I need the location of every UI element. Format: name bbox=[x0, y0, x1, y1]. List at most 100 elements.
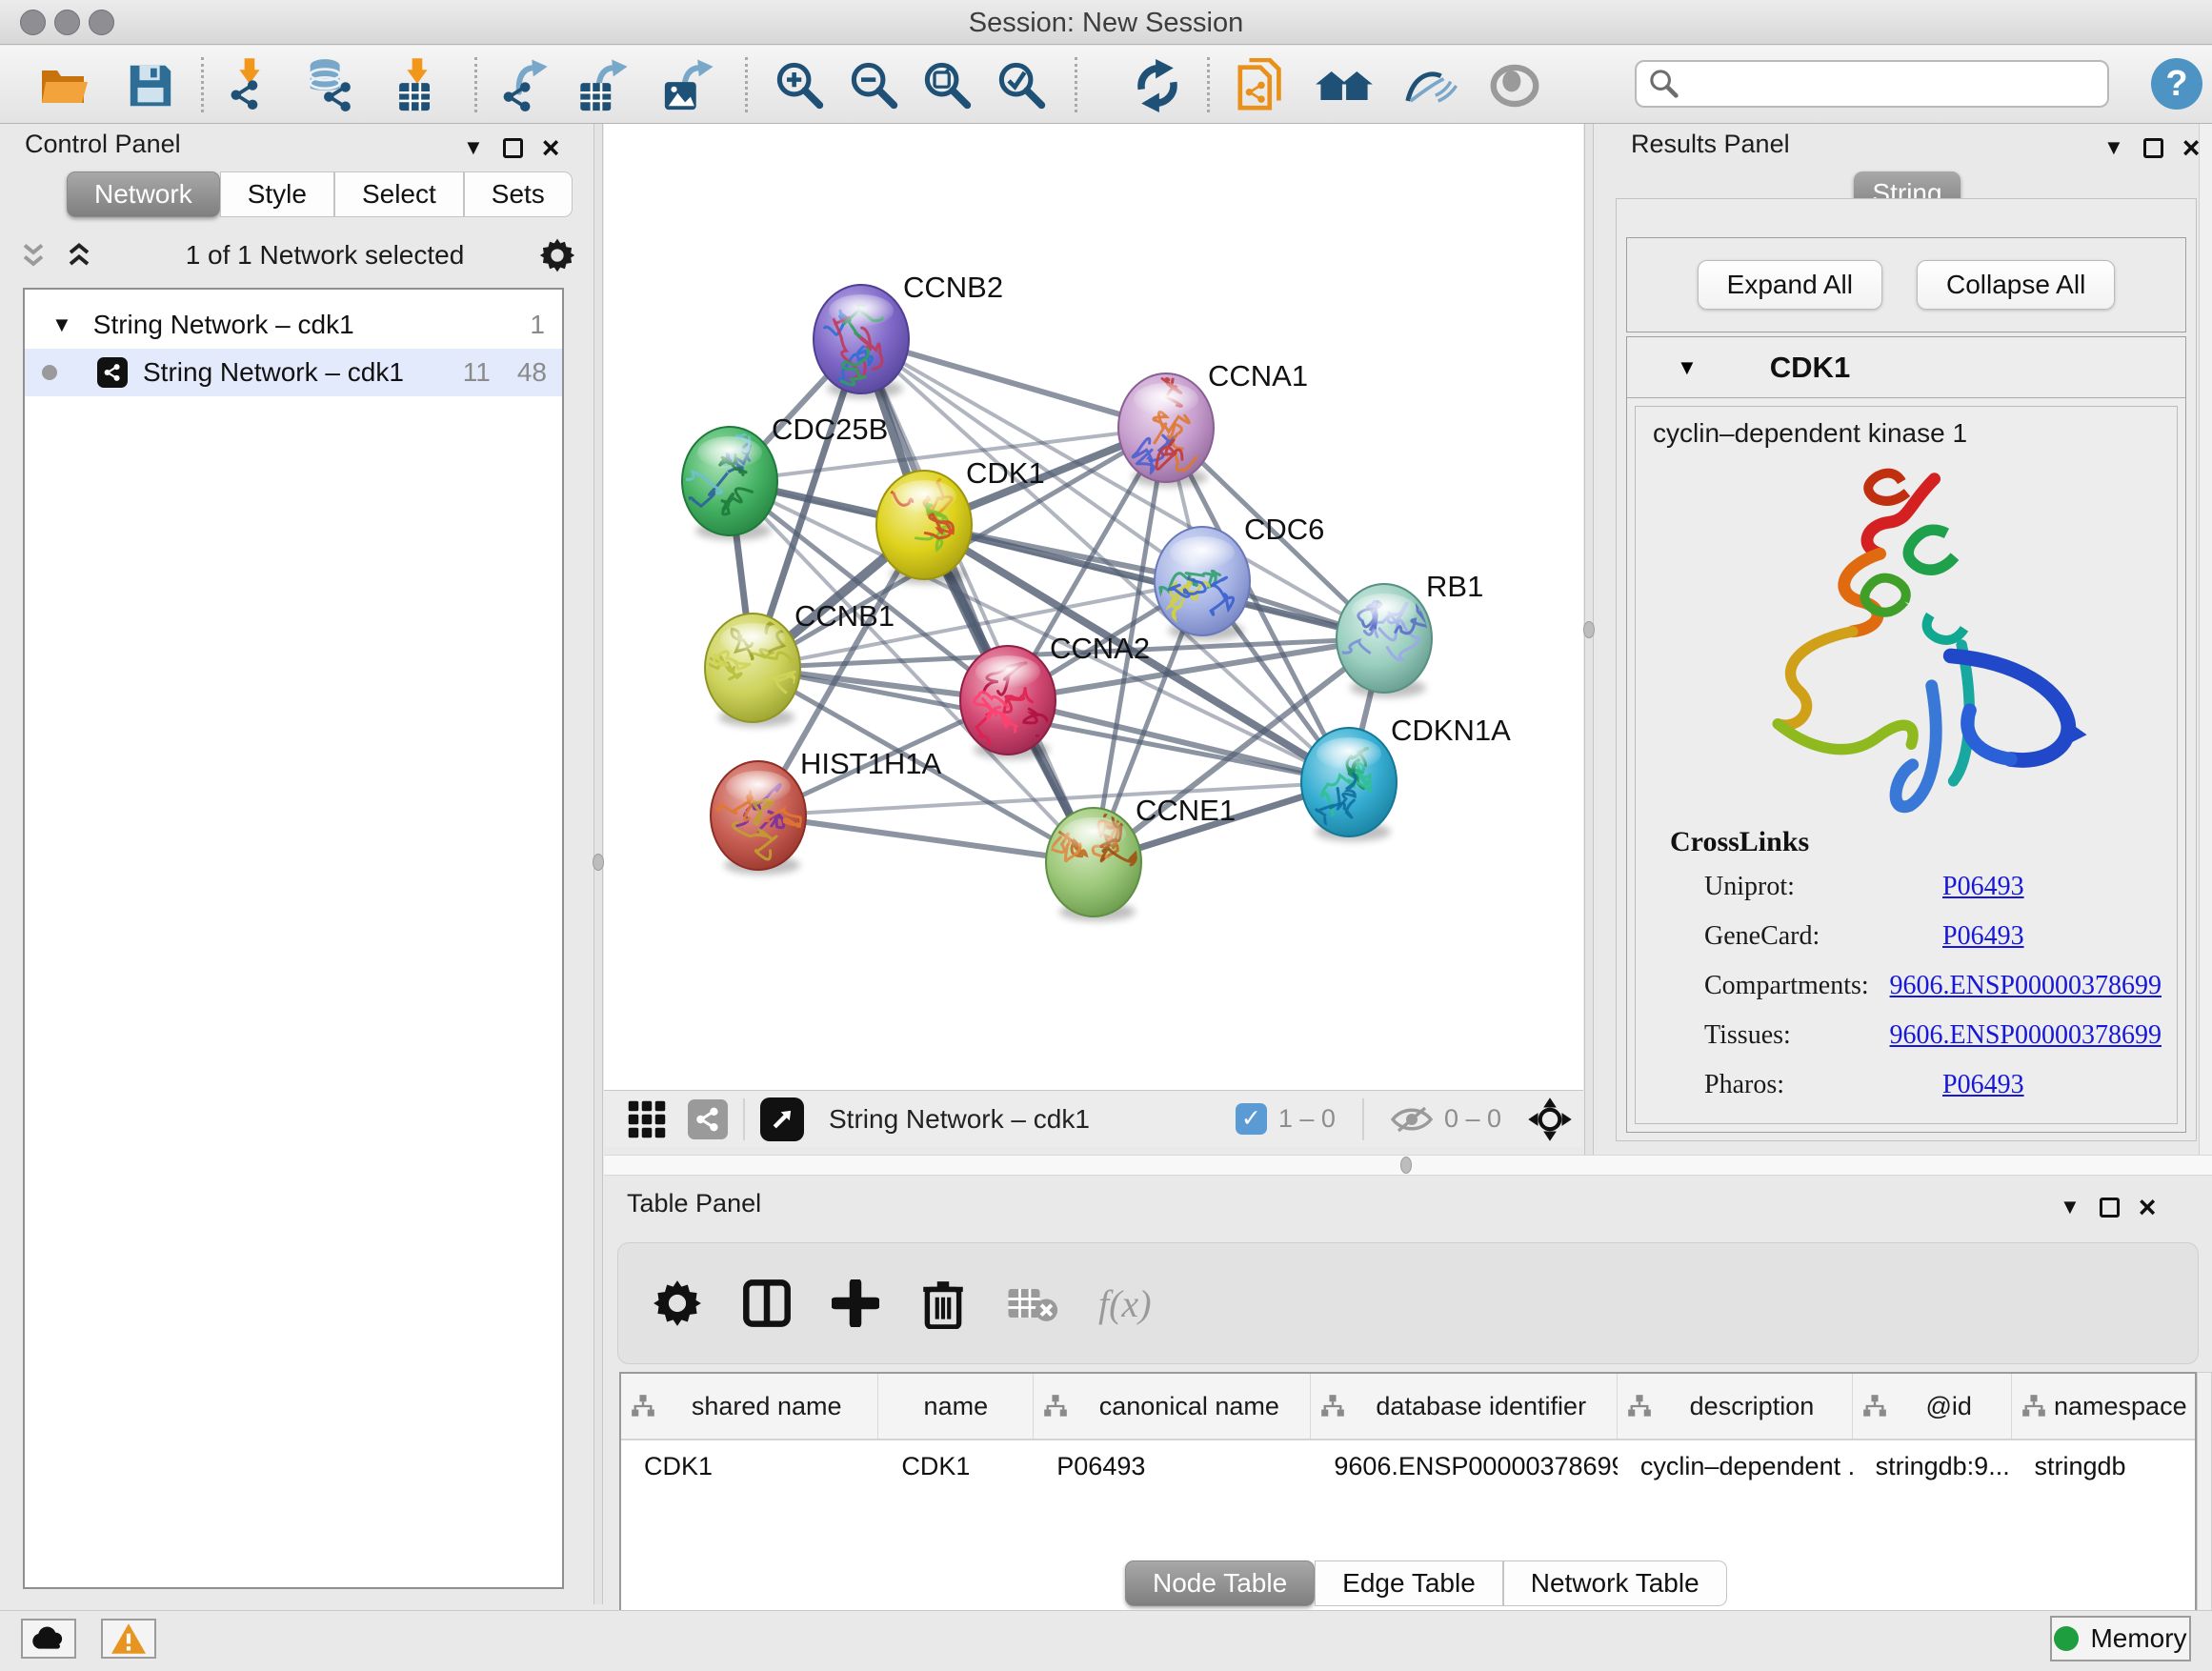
cell-id[interactable]: stringdb:9... bbox=[1853, 1440, 2012, 1496]
gene-panel-cdk1: ▼ CDK1 cyclin–dependent kinase 1 bbox=[1626, 336, 2186, 1133]
open-session-button[interactable] bbox=[33, 54, 96, 117]
collapse-all-networks-icon[interactable] bbox=[19, 241, 48, 270]
memory-button[interactable]: Memory bbox=[2050, 1616, 2191, 1661]
node-CCNE1[interactable]: CCNE1 bbox=[1046, 794, 1236, 921]
export-table-button[interactable] bbox=[572, 54, 634, 117]
tab-sets[interactable]: Sets bbox=[464, 171, 573, 217]
export-network-button[interactable] bbox=[493, 54, 556, 117]
cell-description[interactable]: cyclin–dependent ... bbox=[1618, 1440, 1853, 1496]
network-share-icon[interactable] bbox=[688, 1099, 728, 1139]
network-options-gear-icon[interactable] bbox=[539, 237, 575, 273]
network-collection-row[interactable]: ▼ String Network – cdk1 1 bbox=[25, 301, 562, 349]
column-header-database-identifier[interactable]: database identifier bbox=[1311, 1374, 1618, 1439]
expand-all-button[interactable]: Expand All bbox=[1698, 260, 1882, 310]
import-network-from-database-button[interactable] bbox=[297, 54, 360, 117]
right-splitter-handle[interactable] bbox=[1583, 621, 1595, 638]
results-panel-scrollbar[interactable] bbox=[2199, 124, 2212, 1155]
expand-all-networks-icon[interactable] bbox=[65, 241, 93, 270]
crosslink-uniprot-link[interactable]: P06493 bbox=[1942, 872, 2024, 902]
tab-edge-table[interactable]: Edge Table bbox=[1315, 1560, 1503, 1606]
results-panel-float-icon[interactable] bbox=[2143, 138, 2163, 158]
cell-canonical-name[interactable]: P06493 bbox=[1034, 1440, 1311, 1496]
column-header-canonical-name[interactable]: canonical name bbox=[1034, 1374, 1311, 1439]
table-import-icon bbox=[389, 58, 444, 113]
node-CDKN1A[interactable]: CDKN1A bbox=[1301, 714, 1511, 841]
warnings-button[interactable] bbox=[101, 1619, 156, 1659]
table-panel-collapse-icon[interactable]: ▼ bbox=[2060, 1195, 2081, 1219]
tab-select[interactable]: Select bbox=[334, 171, 464, 217]
edge-HIST1H1A-CCNE1[interactable] bbox=[758, 815, 1094, 862]
tab-node-table[interactable]: Node Table bbox=[1125, 1560, 1315, 1606]
right-splitter[interactable] bbox=[1584, 124, 1594, 1155]
zoom-in-button[interactable] bbox=[769, 54, 832, 117]
selected-checkbox-icon[interactable]: ✓ bbox=[1236, 1103, 1267, 1135]
refresh-layout-button[interactable] bbox=[1126, 54, 1189, 117]
control-panel-float-icon[interactable] bbox=[503, 138, 523, 158]
table-panel-float-icon[interactable] bbox=[2100, 1198, 2120, 1218]
hide-graphics-button[interactable] bbox=[1398, 54, 1461, 117]
show-graphics-button[interactable] bbox=[1483, 54, 1546, 117]
fit-content-crosshair-icon[interactable] bbox=[1526, 1096, 1574, 1143]
left-splitter-handle[interactable] bbox=[593, 854, 604, 871]
node-CDC6[interactable]: CDC6 bbox=[1147, 513, 1325, 640]
import-table-button[interactable] bbox=[385, 54, 448, 117]
export-image-button[interactable] bbox=[657, 54, 720, 117]
results-panel-collapse-icon[interactable]: ▼ bbox=[2103, 135, 2124, 160]
import-network-button[interactable] bbox=[217, 54, 280, 117]
table-options-gear-icon[interactable] bbox=[653, 1278, 702, 1328]
birdseye-view-button[interactable] bbox=[760, 1097, 804, 1141]
help-button[interactable]: ? bbox=[2151, 58, 2202, 110]
table-panel-close-icon[interactable]: × bbox=[2139, 1198, 2157, 1218]
houses-button[interactable] bbox=[1313, 54, 1376, 117]
results-panel-close-icon[interactable]: × bbox=[2182, 138, 2201, 158]
crosslink-genecard-link[interactable]: P06493 bbox=[1942, 921, 2024, 952]
cell-name[interactable]: CDK1 bbox=[878, 1440, 1034, 1496]
grid-view-icon[interactable] bbox=[627, 1099, 667, 1139]
gene-collapse-icon[interactable]: ▼ bbox=[1677, 355, 1698, 380]
zoom-out-button[interactable] bbox=[843, 54, 906, 117]
search-input[interactable] bbox=[1688, 65, 2107, 103]
crosslink-compartments-link[interactable]: 9606.ENSP00000378699 bbox=[1890, 971, 2162, 1001]
horizontal-splitter-handle[interactable] bbox=[1400, 1157, 1412, 1174]
cell-shared-name[interactable]: CDK1 bbox=[621, 1440, 878, 1496]
column-header-name[interactable]: name bbox=[878, 1374, 1034, 1439]
tab-style[interactable]: Style bbox=[220, 171, 334, 217]
tab-network-table[interactable]: Network Table bbox=[1503, 1560, 1727, 1606]
results-panel-title: Results Panel bbox=[1631, 130, 1790, 164]
save-session-button[interactable] bbox=[119, 54, 182, 117]
add-column-icon[interactable] bbox=[832, 1279, 879, 1327]
node-CDC25B[interactable]: CDC25B bbox=[659, 413, 889, 540]
table-row[interactable]: CDK1 CDK1 P06493 9606.ENSP00000378699 cy… bbox=[621, 1440, 2195, 1496]
cell-namespace[interactable]: stringdb bbox=[2012, 1440, 2196, 1496]
zoom-selected-button[interactable] bbox=[991, 54, 1054, 117]
network-canvas[interactable]: CCNB2CCNA1CDC25BCDK1CDC6RB1CCNB1CCNA2CDK… bbox=[604, 124, 1583, 1090]
node-CCNA1[interactable]: CCNA1 bbox=[1118, 359, 1308, 487]
toolbar-search-field[interactable] bbox=[1635, 60, 2109, 108]
hidden-eye-slash-icon[interactable] bbox=[1391, 1104, 1433, 1135]
column-header-id[interactable]: @id bbox=[1853, 1374, 2012, 1439]
equation-fx-button[interactable]: f(x) bbox=[1098, 1281, 1152, 1326]
node-CCNB2[interactable]: CCNB2 bbox=[814, 271, 1003, 398]
crosslink-tissues-link[interactable]: 9606.ENSP00000378699 bbox=[1890, 1020, 2162, 1051]
control-panel-collapse-icon[interactable]: ▼ bbox=[463, 135, 484, 160]
search-icon bbox=[1648, 68, 1680, 100]
cloud-button[interactable] bbox=[21, 1619, 76, 1659]
control-panel-close-icon[interactable]: × bbox=[542, 138, 560, 158]
column-header-namespace[interactable]: namespace bbox=[2012, 1374, 2195, 1439]
column-header-shared-name[interactable]: shared name bbox=[621, 1374, 878, 1439]
collapse-all-button[interactable]: Collapse All bbox=[1917, 260, 2115, 310]
crosslink-pharos-link[interactable]: P06493 bbox=[1942, 1070, 2024, 1100]
network-row-selected[interactable]: String Network – cdk1 11 48 bbox=[25, 349, 562, 396]
tree-expand-icon[interactable]: ▼ bbox=[51, 312, 72, 337]
cell-database-identifier[interactable]: 9606.ENSP00000378699 bbox=[1311, 1440, 1618, 1496]
network-from-document-button[interactable] bbox=[1231, 54, 1294, 117]
table-vertical-scrollbar[interactable] bbox=[2197, 1372, 2212, 1641]
gene-header[interactable]: ▼ CDK1 bbox=[1627, 337, 2185, 398]
delete-column-icon[interactable] bbox=[919, 1278, 967, 1329]
delete-table-icon[interactable] bbox=[1007, 1282, 1058, 1324]
zoom-fit-button[interactable] bbox=[916, 54, 979, 117]
table-panel-title: Table Panel bbox=[627, 1189, 761, 1223]
column-header-description[interactable]: description bbox=[1618, 1374, 1853, 1439]
show-columns-icon[interactable] bbox=[742, 1278, 792, 1328]
tab-network[interactable]: Network bbox=[67, 171, 220, 217]
